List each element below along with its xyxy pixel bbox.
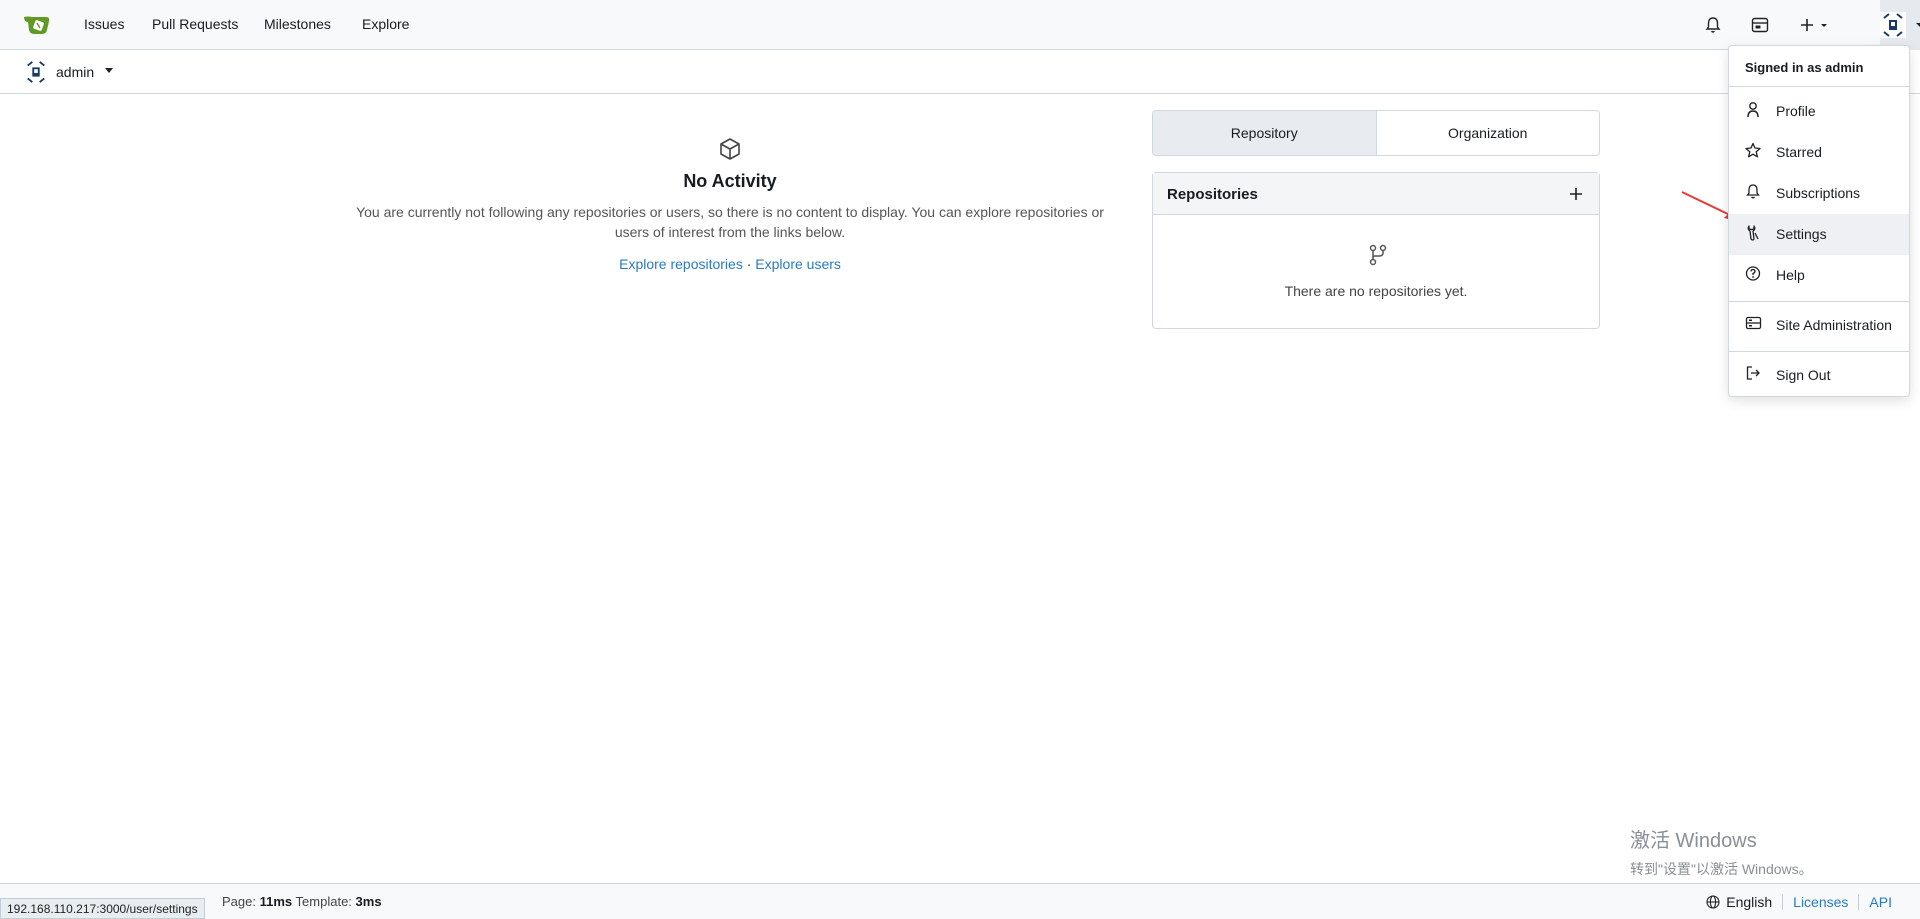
nav-milestones[interactable]: Milestones: [264, 16, 331, 32]
page-time-label: Page:: [222, 894, 256, 909]
page-footer: Page: 11ms Template: 3ms English License…: [0, 883, 1920, 919]
star-icon: [1745, 142, 1763, 160]
globe-icon: [1706, 895, 1720, 909]
repo-forked-icon: [1367, 243, 1389, 267]
user-menu-button[interactable]: [1880, 0, 1920, 50]
top-navbar: Issues Pull Requests Milestones Explore: [0, 0, 1920, 50]
package-icon: [717, 136, 743, 162]
watermark-title: 激活 Windows: [1630, 830, 1757, 852]
gitea-logo-icon[interactable]: [22, 12, 52, 38]
user-dropdown-menu: Signed in as admin Profile Starred Subsc…: [1728, 45, 1910, 397]
menu-item-label: Sign Out: [1776, 367, 1831, 383]
add-repository-icon[interactable]: [1567, 185, 1585, 203]
nav-explore[interactable]: Explore: [362, 16, 409, 32]
dashboard-tabs: Repository Organization: [1152, 110, 1600, 156]
repositories-title: Repositories: [1167, 186, 1258, 203]
calendar-icon[interactable]: [1748, 13, 1772, 37]
nav-issues[interactable]: Issues: [84, 16, 124, 32]
tab-repository[interactable]: Repository: [1153, 111, 1377, 155]
tools-icon: [1745, 224, 1763, 242]
repositories-panel: Repositories There are no repositories y…: [1152, 172, 1600, 329]
explore-users-link[interactable]: Explore users: [755, 256, 841, 272]
windows-activation-watermark: 激活 Windows 转到"设置"以激活 Windows。: [1630, 824, 1813, 879]
page-time-value: 11ms: [259, 894, 293, 909]
language-selector[interactable]: English: [1726, 894, 1772, 910]
create-new-icon[interactable]: [1796, 13, 1836, 37]
context-username[interactable]: admin: [56, 64, 94, 80]
sign-out-icon: [1745, 365, 1763, 383]
empty-message: You are currently not following any repo…: [356, 204, 1104, 240]
menu-item-site-administration[interactable]: Site Administration: [1729, 305, 1909, 346]
link-separator: ·: [746, 256, 752, 272]
person-icon: [1745, 101, 1763, 119]
server-icon: [1745, 315, 1763, 333]
context-switcher-bar: admin: [0, 50, 1920, 94]
menu-item-profile[interactable]: Profile: [1729, 91, 1909, 132]
template-time-value: 3ms: [355, 894, 382, 909]
menu-divider: [1729, 351, 1909, 352]
bell-icon: [1745, 183, 1763, 201]
tab-organization[interactable]: Organization: [1377, 111, 1600, 155]
menu-divider: [1729, 301, 1909, 302]
template-time-label: Template:: [295, 894, 352, 909]
menu-item-label: Site Administration: [1776, 317, 1892, 333]
menu-item-label: Help: [1776, 267, 1805, 283]
no-repositories-text: There are no repositories yet.: [1284, 283, 1468, 299]
menu-item-label: Profile: [1776, 103, 1816, 119]
menu-divider: [1729, 86, 1909, 87]
activity-feed: No Activity You are currently not follow…: [340, 110, 1120, 272]
user-avatar[interactable]: [24, 60, 48, 84]
page-timing: Page: 11ms Template: 3ms: [222, 894, 382, 909]
watermark-subtitle: 转到"设置"以激活 Windows。: [1630, 861, 1813, 877]
menu-item-settings[interactable]: Settings: [1729, 214, 1909, 255]
menu-item-help[interactable]: Help: [1729, 255, 1909, 296]
menu-item-subscriptions[interactable]: Subscriptions: [1729, 173, 1909, 214]
signed-in-label: Signed in as admin: [1745, 60, 1864, 75]
menu-item-label: Subscriptions: [1776, 185, 1861, 201]
question-icon: [1745, 265, 1763, 283]
menu-item-label: Settings: [1776, 226, 1827, 242]
notifications-icon[interactable]: [1701, 13, 1725, 37]
empty-title: No Activity: [683, 171, 777, 191]
menu-item-label: Starred: [1776, 144, 1822, 160]
browser-status-url: 192.168.110.217:3000/user/settings: [0, 898, 205, 919]
explore-repositories-link[interactable]: Explore repositories: [619, 256, 743, 272]
caret-down-icon[interactable]: [105, 68, 113, 73]
menu-item-sign-out[interactable]: Sign Out: [1729, 355, 1909, 396]
licenses-link[interactable]: Licenses: [1793, 894, 1848, 910]
menu-item-starred[interactable]: Starred: [1729, 132, 1909, 173]
api-link[interactable]: API: [1869, 894, 1892, 910]
nav-pull-requests[interactable]: Pull Requests: [152, 16, 238, 32]
